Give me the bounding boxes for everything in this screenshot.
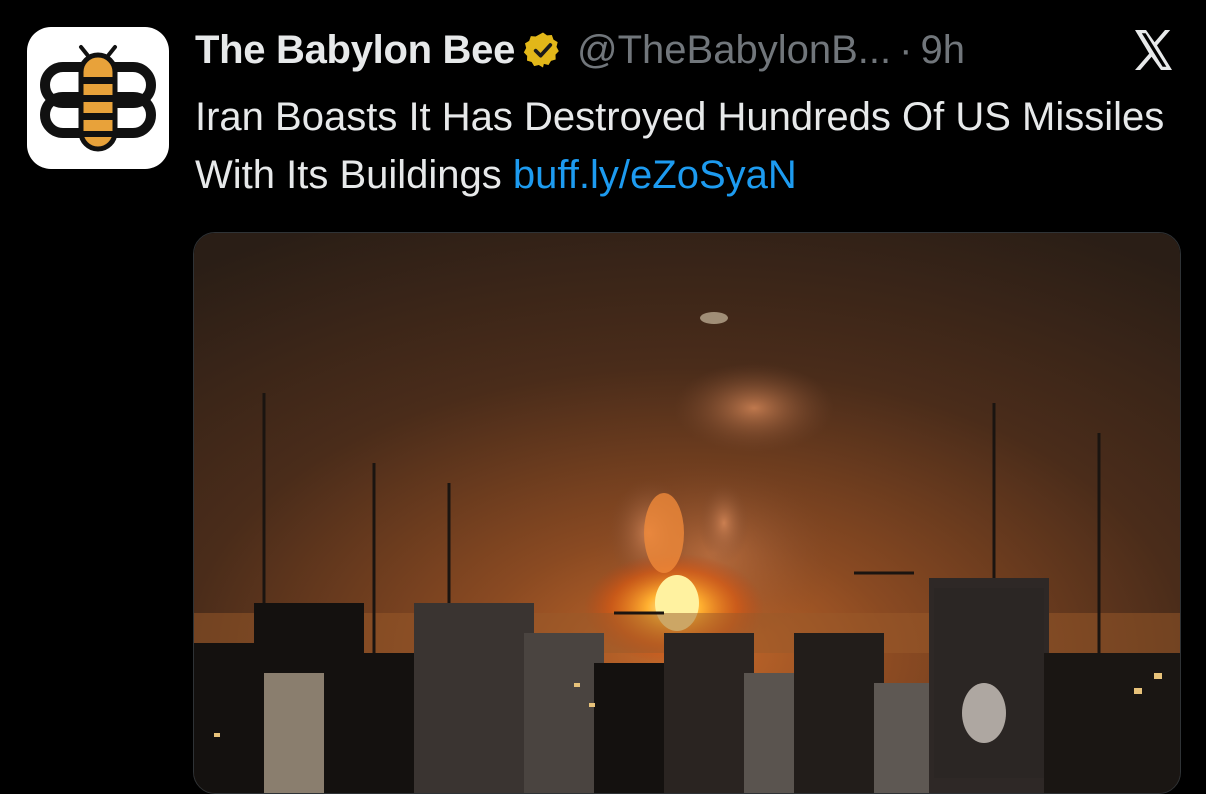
avatar[interactable]	[27, 27, 169, 169]
tweet-header: The Babylon Bee @TheBabylonB... · 9h	[195, 22, 1178, 78]
timestamp[interactable]: 9h	[920, 28, 965, 73]
tweet-link[interactable]: buff.ly/eZoSyaN	[513, 153, 797, 197]
babylon-bee-logo	[40, 45, 156, 152]
tweet-text: Iran Boasts It Has Destroyed Hundreds Of…	[195, 88, 1185, 204]
verified-badge-icon	[523, 32, 559, 68]
display-name[interactable]: The Babylon Bee	[195, 28, 515, 73]
x-logo-icon	[1135, 30, 1172, 70]
user-handle[interactable]: @TheBabylonB...	[577, 28, 891, 73]
separator-dot: ·	[899, 27, 913, 72]
tweet-media-image[interactable]	[193, 232, 1181, 794]
night-explosion-photo	[194, 233, 1180, 793]
